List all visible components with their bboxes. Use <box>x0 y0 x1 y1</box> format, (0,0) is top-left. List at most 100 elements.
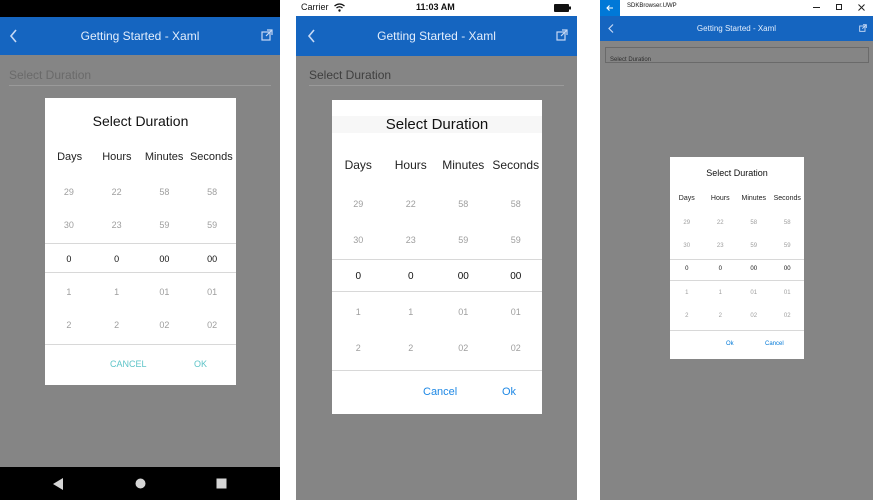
battery-icon <box>554 4 571 12</box>
wifi-icon <box>334 3 345 12</box>
ok-button[interactable]: OK <box>194 359 207 369</box>
picker-row-selected[interactable]: 0 0 00 00 <box>45 254 236 264</box>
cell-days: 0 <box>66 254 72 264</box>
cell-seconds: 01 <box>510 307 521 317</box>
picker-row[interactable]: 30 23 59 59 <box>332 235 542 245</box>
cell-hours: 22 <box>405 199 416 209</box>
android-screen: Getting Started - Xaml Select Duration S… <box>0 0 280 500</box>
cell-hours: 1 <box>114 287 120 297</box>
picker-row[interactable]: 30 23 59 59 <box>45 220 236 230</box>
duration-dialog: Select Duration Days Hours Minutes Secon… <box>332 100 542 414</box>
cell-minutes: 59 <box>458 235 469 245</box>
back-arrow-icon[interactable] <box>9 29 18 43</box>
picker-row[interactable]: 29 22 58 58 <box>332 199 542 209</box>
nav-home-icon[interactable] <box>135 478 146 489</box>
cell-minutes: 01 <box>159 287 170 297</box>
picker-row[interactable]: 30 23 59 59 <box>670 243 804 249</box>
header-days: Days <box>678 195 695 202</box>
duration-field-placeholder: Select Duration <box>309 68 392 82</box>
picker-row[interactable]: 1 1 01 01 <box>670 290 804 296</box>
dialog-title: Select Duration <box>92 113 189 129</box>
dialog-title: Select Duration <box>706 168 768 178</box>
footer-divider <box>45 344 236 345</box>
cell-seconds: 58 <box>510 199 521 209</box>
header-seconds: Seconds <box>492 158 540 172</box>
cell-minutes: 00 <box>457 271 469 282</box>
ok-button[interactable]: Ok <box>726 341 734 347</box>
header-hours: Hours <box>102 151 132 163</box>
nav-recents-icon[interactable] <box>216 478 227 489</box>
duration-field[interactable]: Select Duration <box>9 66 271 86</box>
duration-field[interactable]: Select Duration <box>605 47 869 63</box>
selection-bottom-line <box>670 280 804 281</box>
open-external-icon[interactable] <box>859 24 867 32</box>
picker-row[interactable]: 1 1 01 01 <box>45 287 236 297</box>
duration-dialog: Select Duration Days Hours Minutes Secon… <box>670 157 804 359</box>
open-external-icon[interactable] <box>261 29 273 41</box>
cell-minutes: 02 <box>750 313 758 319</box>
duration-field-placeholder: Select Duration <box>9 68 92 82</box>
cell-hours: 22 <box>111 187 122 197</box>
cell-minutes: 02 <box>458 343 469 353</box>
header-days: Days <box>344 158 372 172</box>
selection-bottom-line <box>332 291 542 292</box>
cell-days: 0 <box>685 266 689 272</box>
selection-top-line <box>45 243 236 244</box>
status-bar <box>0 0 280 17</box>
ok-button[interactable]: Ok <box>502 386 516 398</box>
cancel-button[interactable]: Cancel <box>765 341 784 347</box>
footer-divider <box>670 330 804 331</box>
cancel-button[interactable]: CANCEL <box>110 359 147 369</box>
picker-row[interactable]: 2 2 02 02 <box>332 343 542 353</box>
cell-hours: 23 <box>405 235 416 245</box>
picker-row[interactable]: 2 2 02 02 <box>45 320 236 330</box>
cell-hours: 2 <box>408 343 414 353</box>
back-arrow-icon[interactable] <box>307 29 316 43</box>
cell-minutes: 02 <box>159 320 170 330</box>
cell-days: 30 <box>683 243 691 249</box>
cell-hours: 23 <box>111 220 122 230</box>
cancel-button[interactable]: Cancel <box>423 386 457 398</box>
header-hours: Hours <box>710 195 730 202</box>
selection-top-line <box>332 259 542 260</box>
back-arrow-icon[interactable] <box>608 24 614 33</box>
header-seconds: Seconds <box>773 195 801 202</box>
minimize-icon[interactable] <box>813 7 820 8</box>
picker-row[interactable]: 1 1 01 01 <box>332 307 542 317</box>
cell-seconds: 59 <box>510 235 521 245</box>
cell-seconds: 02 <box>510 343 521 353</box>
cell-minutes: 00 <box>750 266 758 272</box>
open-external-icon[interactable] <box>556 29 568 41</box>
window-title: SDKBrowser.UWP <box>627 3 677 9</box>
cell-minutes: 58 <box>159 187 170 197</box>
picker-row[interactable]: 29 22 58 58 <box>45 187 236 197</box>
duration-field-placeholder: Select Duration <box>610 57 652 63</box>
picker-row[interactable]: 29 22 58 58 <box>670 220 804 226</box>
back-arrow-icon <box>606 5 613 11</box>
cell-days: 0 <box>355 271 362 282</box>
window-back-button[interactable] <box>600 0 620 16</box>
nav-back-icon[interactable] <box>53 478 64 490</box>
duration-field[interactable]: Select Duration <box>309 66 564 86</box>
picker-row-selected[interactable]: 0 0 00 00 <box>670 266 804 272</box>
app-bar: Getting Started - Xaml <box>600 16 873 41</box>
header-hours: Hours <box>394 158 427 172</box>
maximize-icon[interactable] <box>836 4 842 10</box>
header-seconds: Seconds <box>189 151 233 163</box>
close-icon[interactable] <box>858 4 865 11</box>
header-days: Days <box>57 151 83 163</box>
page-title: Getting Started - Xaml <box>696 24 777 33</box>
ios-status-bar: Carrier 11:03 AM <box>296 0 577 16</box>
android-nav-bar <box>0 467 280 500</box>
carrier-label: Carrier <box>301 2 329 12</box>
cell-days: 2 <box>66 320 72 330</box>
cell-minutes: 58 <box>750 220 758 226</box>
cell-hours: 1 <box>408 307 414 317</box>
picker-row-selected[interactable]: 0 0 00 00 <box>332 271 542 282</box>
cell-days: 30 <box>353 235 364 245</box>
cell-days: 29 <box>683 220 691 226</box>
cell-days: 1 <box>355 307 361 317</box>
cell-seconds: 02 <box>207 320 218 330</box>
cell-days: 1 <box>685 290 689 296</box>
picker-row[interactable]: 2 2 02 02 <box>670 313 804 319</box>
